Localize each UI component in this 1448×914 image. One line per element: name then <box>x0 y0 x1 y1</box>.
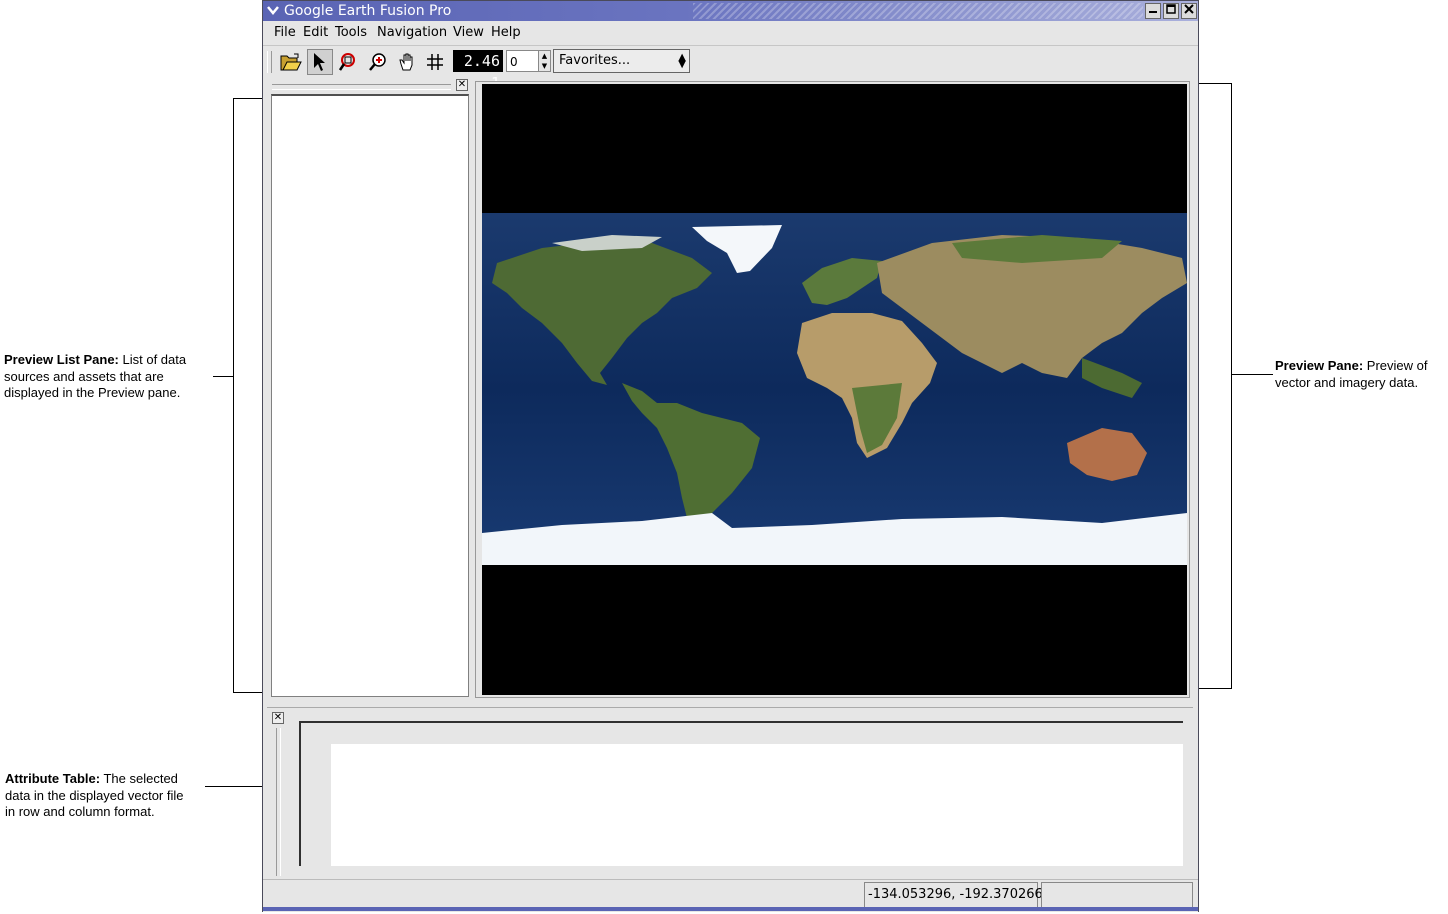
bracket-line <box>1194 83 1231 84</box>
level-spinbox[interactable]: ▲▼ <box>506 50 551 72</box>
window-title: Google Earth Fusion Pro <box>284 3 452 19</box>
annotation-attribute-table-line: The selected <box>103 771 178 786</box>
select-tool-button[interactable] <box>307 49 333 75</box>
bracket-line <box>1231 83 1232 689</box>
zoom-box-icon <box>339 53 355 71</box>
zoom-in-button[interactable] <box>365 49 391 75</box>
toolbar-grip[interactable] <box>267 51 272 73</box>
bracket-line <box>213 376 233 377</box>
window-bottom-border <box>263 907 1198 911</box>
grid-icon <box>427 54 443 70</box>
annotation-attribute-table-heading: Attribute Table: <box>5 771 101 786</box>
bracket-line <box>233 98 234 693</box>
menu-tools[interactable]: Tools <box>335 25 367 40</box>
attribute-table-dock: ✕ <box>267 707 1193 880</box>
select-arrow-icon <box>314 53 325 71</box>
attribute-table-body[interactable] <box>331 744 1183 866</box>
window-menu-button[interactable] <box>265 3 281 19</box>
cursor-coordinates: -134.053296, -192.370266 <box>864 882 1043 908</box>
pan-hand-icon <box>399 53 413 71</box>
maximize-icon <box>1166 4 1176 14</box>
annotation-preview-pane-heading: Preview Pane: <box>1275 358 1364 373</box>
favorites-dropdown[interactable]: Favorites... ▲ ▼ <box>553 49 690 73</box>
app-window: Google Earth Fusion Pro File Edit Tools … <box>262 0 1199 912</box>
menu-file[interactable]: File <box>274 25 296 40</box>
annotation-preview-list-line: sources and assets that are <box>4 368 164 384</box>
grid-button[interactable] <box>422 49 448 75</box>
zoom-box-button[interactable] <box>336 49 362 75</box>
minimize-icon <box>1149 11 1157 13</box>
attribute-table[interactable] <box>299 721 1183 866</box>
spin-arrows[interactable]: ▲ ▼ <box>538 51 550 71</box>
maximize-button[interactable] <box>1163 3 1179 19</box>
annotation-preview-list-heading: Preview List Pane: <box>4 352 119 367</box>
menu-navigation[interactable]: Navigation <box>377 25 447 40</box>
dropdown-arrows-icon: ▲ ▼ <box>678 52 686 70</box>
preview-list-close-button[interactable]: ✕ <box>456 79 468 91</box>
menu-view[interactable]: View <box>453 25 484 40</box>
title-hatch <box>693 3 1143 19</box>
annotation-attribute-table-line: in row and column format. <box>5 804 155 819</box>
pan-button[interactable] <box>394 49 420 75</box>
preview-pane[interactable] <box>482 84 1187 695</box>
chevron-down-icon <box>267 6 279 15</box>
attribute-table-close-button[interactable]: ✕ <box>272 712 284 724</box>
annotation-preview-list-line: displayed in the Preview pane. <box>4 385 181 400</box>
toolbar: 2.46 1 ▲▼ Favorites... ▲▼ <box>263 46 1198 92</box>
menu-bar: File Edit Tools Navigation View Help <box>263 21 1198 46</box>
open-button[interactable] <box>278 49 304 75</box>
preview-list-dock: ✕ <box>269 78 472 699</box>
favorites-label: Favorites... <box>559 53 631 68</box>
close-icon <box>1184 4 1194 14</box>
annotation-preview-pane: Preview Pane: Preview of vector and imag… <box>1275 358 1447 391</box>
dock-handle[interactable] <box>272 84 451 90</box>
minimize-button[interactable] <box>1145 3 1161 19</box>
annotation-preview-list-line: List of data <box>122 352 187 367</box>
annotation-preview-pane-line: Preview of <box>1366 358 1428 373</box>
annotation-preview-list: Preview List Pane: List of data sources … <box>4 352 204 402</box>
open-folder-icon <box>280 53 302 71</box>
annotation-attribute-table-line: data in the displayed vector file <box>5 787 184 803</box>
menu-help[interactable]: Help <box>491 25 521 40</box>
zoom-in-icon <box>369 53 386 71</box>
annotation-preview-pane-line: vector and imagery data. <box>1275 374 1419 390</box>
menu-edit[interactable]: Edit <box>303 25 328 40</box>
status-field <box>1041 882 1193 908</box>
world-map-image <box>482 213 1187 565</box>
preview-list-pane[interactable] <box>271 94 469 697</box>
scale-display: 2.46 1 <box>453 50 503 92</box>
dock-grip[interactable] <box>276 728 281 876</box>
close-button[interactable] <box>1181 3 1197 19</box>
title-bar[interactable]: Google Earth Fusion Pro <box>263 1 1198 21</box>
annotation-attribute-table: Attribute Table: The selected data in th… <box>5 771 205 821</box>
bracket-line <box>1231 374 1273 375</box>
